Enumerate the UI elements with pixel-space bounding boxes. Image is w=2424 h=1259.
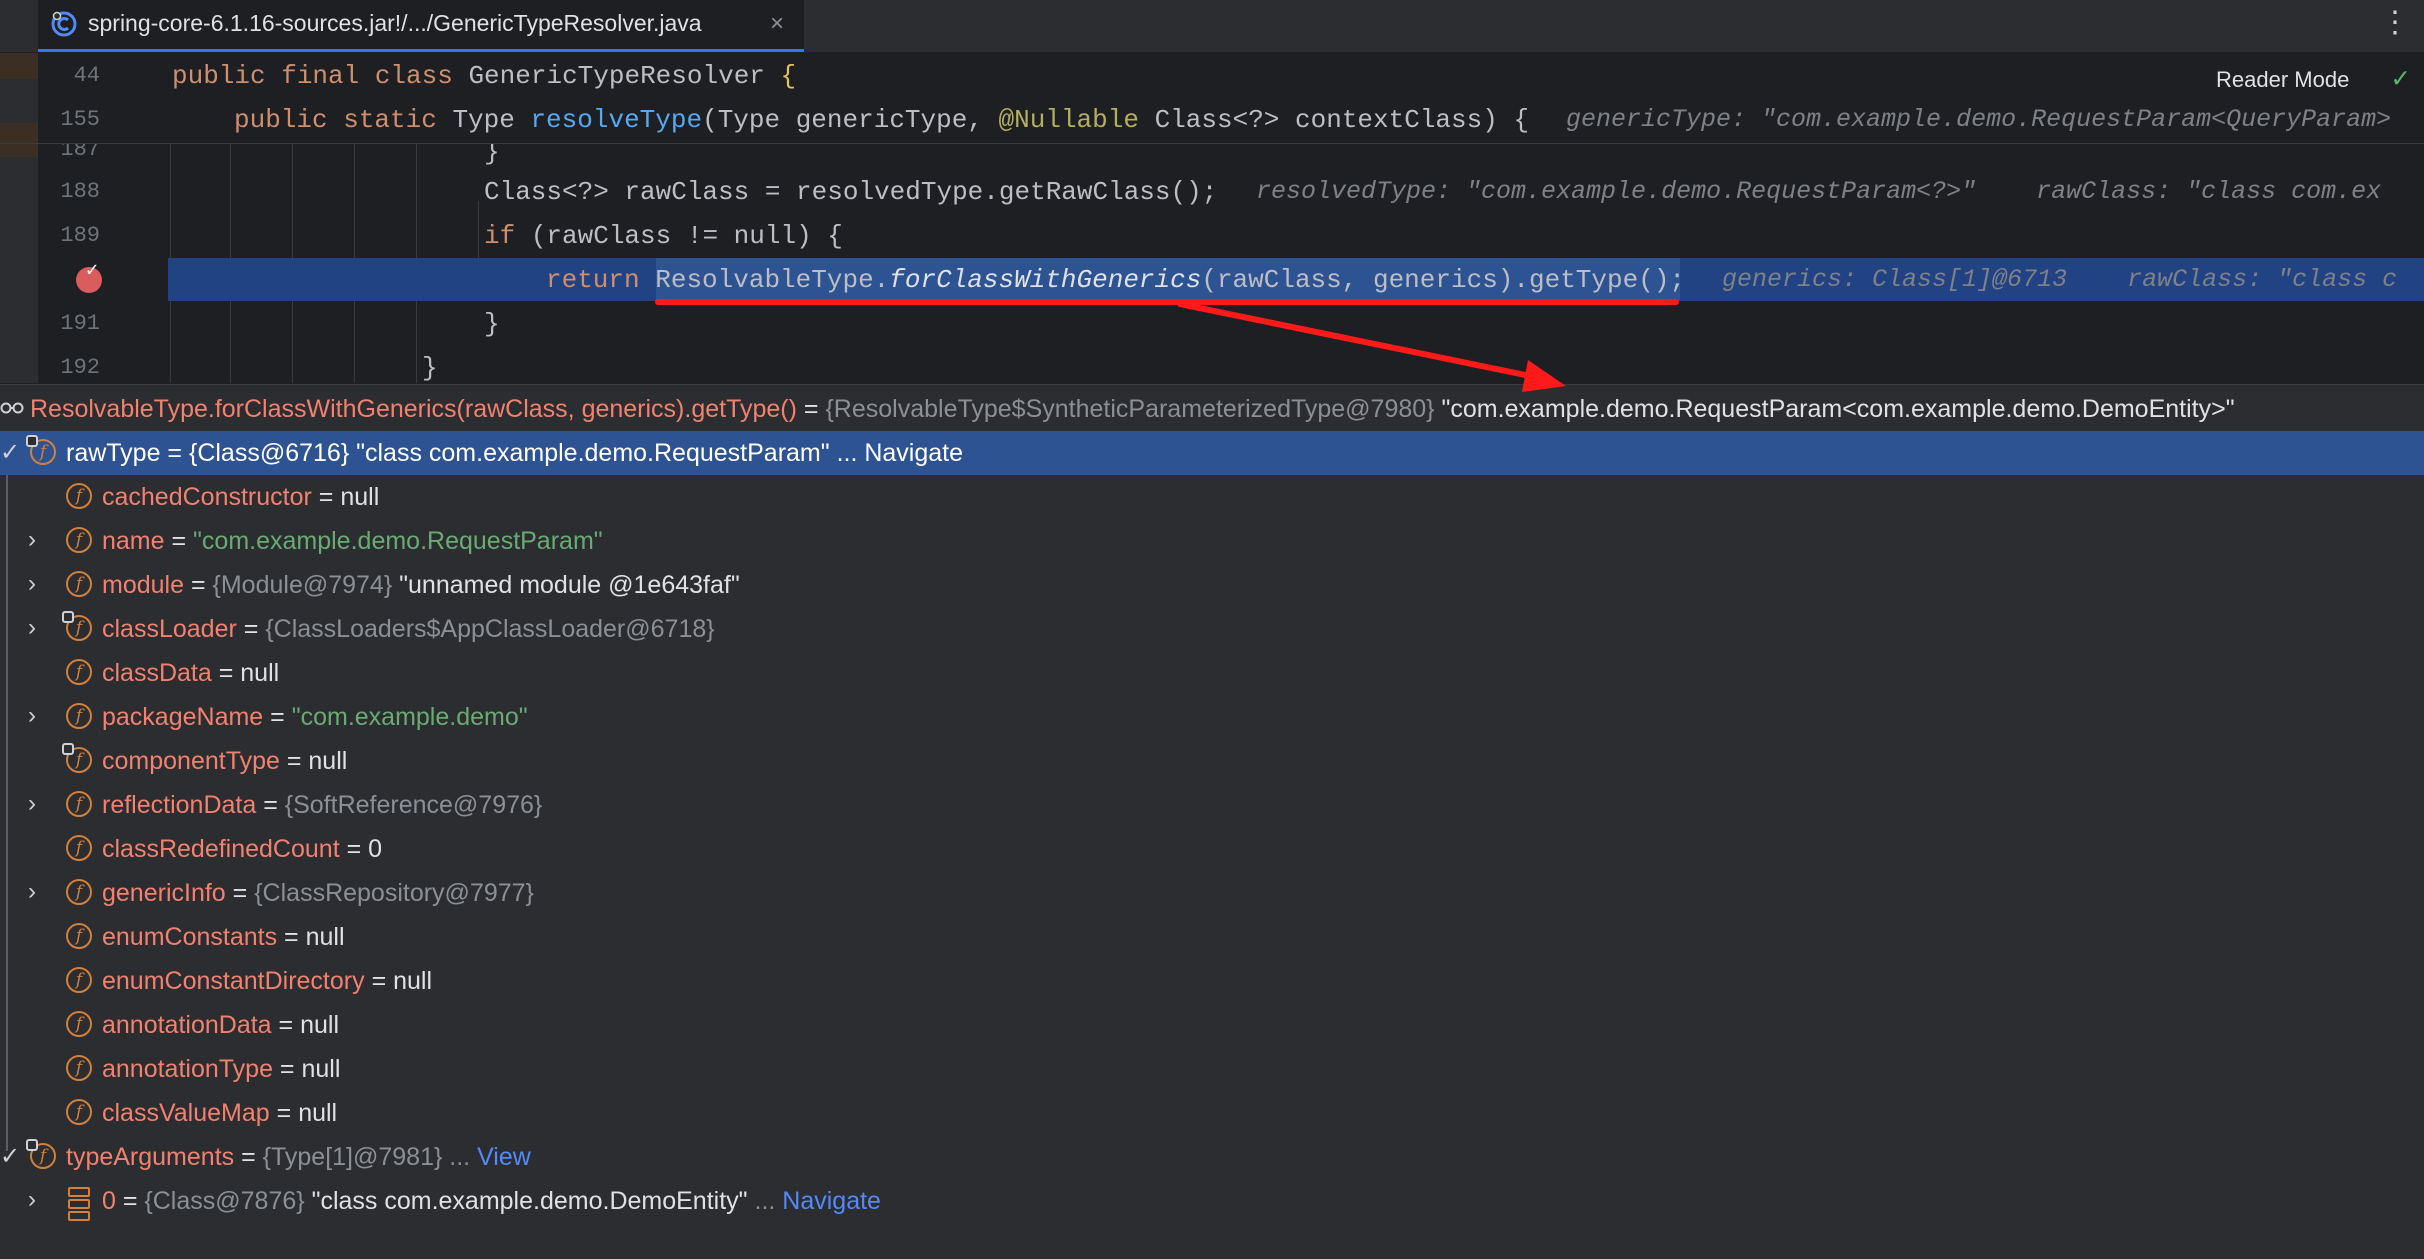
tree-node-field[interactable]: f classRedefinedCount = 0 <box>0 827 2424 871</box>
sticky-line: public final class GenericTypeResolver { <box>172 61 797 91</box>
tree-node-field[interactable]: f classData = null <box>0 651 2424 695</box>
line-number: 189 <box>60 223 100 248</box>
field-icon: f <box>66 879 92 905</box>
tree-node-field[interactable]: f enumConstantDirectory = null <box>0 959 2424 1003</box>
expand-arrow-icon[interactable]: › <box>28 702 36 730</box>
collapse-arrow-icon[interactable]: ✓ <box>0 438 20 467</box>
line-number: 191 <box>60 311 100 336</box>
tree-node-field[interactable]: f classValueMap = null <box>0 1091 2424 1135</box>
expression-type: {ResolvableType$SyntheticParameterizedTy… <box>825 395 1435 423</box>
tree-node-field[interactable]: f componentType = null <box>0 739 2424 783</box>
code-line: Class<?> rawClass = resolvedType.getRawC… <box>484 177 1218 207</box>
field-icon: f <box>62 743 92 773</box>
expand-arrow-icon[interactable]: › <box>28 614 36 642</box>
more-options-icon[interactable]: ⋮ <box>2380 8 2410 38</box>
field-icon: f <box>66 835 92 861</box>
tree-node-array-element[interactable]: › 0 = {Class@7876} "class com.example.de… <box>0 1179 2424 1223</box>
watch-glasses-icon <box>0 402 24 414</box>
inline-value-hint: resolvedType: "com.example.demo.RequestP… <box>1256 177 2382 206</box>
field-icon: f <box>66 659 92 685</box>
field-icon: f <box>26 435 56 465</box>
tree-node-field[interactable]: › f reflectionData = {SoftReference@7976… <box>0 783 2424 827</box>
expression-text: ResolvableType.forClassWithGenerics(rawC… <box>30 395 797 423</box>
tree-node-field[interactable]: › f genericInfo = {ClassRepository@7977} <box>0 871 2424 915</box>
debugger-variables-panel: ResolvableType.forClassWithGenerics(rawC… <box>0 384 2424 1259</box>
field-icon: f <box>66 571 92 597</box>
field-icon: f <box>66 791 92 817</box>
expand-arrow-icon[interactable]: › <box>28 790 36 818</box>
code-line: } <box>484 309 500 339</box>
tab-title: spring-core-6.1.16-sources.jar!/.../Gene… <box>88 10 702 36</box>
tree-node-field[interactable]: › f name = "com.example.demo.RequestPara… <box>0 519 2424 563</box>
expand-arrow-icon[interactable]: › <box>28 878 36 906</box>
line-number: 188 <box>60 179 100 204</box>
field-icon: f <box>66 967 92 993</box>
tree-node-field[interactable]: f annotationData = null <box>0 1003 2424 1047</box>
tree-node-field[interactable]: f cachedConstructor = null <box>0 475 2424 519</box>
field-icon: f <box>66 923 92 949</box>
breakpoint-check-icon: ✓ <box>86 260 99 283</box>
tree-node-field[interactable]: f enumConstants = null <box>0 915 2424 959</box>
editor-tab[interactable]: spring-core-6.1.16-sources.jar!/.../Gene… <box>38 0 804 52</box>
field-icon: f <box>66 1055 92 1081</box>
line-number: 155 <box>60 107 100 132</box>
field-icon: f <box>66 1011 92 1037</box>
field-icon: f <box>62 611 92 641</box>
code-line: } <box>422 353 438 383</box>
tree-node-field[interactable]: › f module = {Module@7974} "unnamed modu… <box>0 563 2424 607</box>
tree-node-rawType[interactable]: ✓ f rawType = {Class@6716} "class com.ex… <box>0 431 2424 475</box>
expression-value: "com.example.demo.RequestParam<com.examp… <box>1434 395 2235 423</box>
sticky-line: public static Type resolveType(Type gene… <box>234 105 1530 135</box>
expand-arrow-icon[interactable]: › <box>28 570 36 598</box>
field-icon: f <box>66 703 92 729</box>
reader-mode-button[interactable]: Reader Mode <box>2216 67 2349 93</box>
expand-arrow-icon[interactable]: › <box>28 1186 36 1214</box>
tab-close-icon[interactable]: × <box>770 10 784 38</box>
array-element-icon <box>68 1187 90 1221</box>
tree-node-field[interactable]: › f packageName = "com.example.demo" <box>0 695 2424 739</box>
line-number: 192 <box>60 355 100 380</box>
code-line: if (rawClass != null) { <box>484 221 843 251</box>
evaluated-expression-row[interactable]: ResolvableType.forClassWithGenerics(rawC… <box>0 387 2424 431</box>
expand-arrow-icon[interactable]: › <box>28 526 36 554</box>
inline-value-hint: genericType: "com.example.demo.RequestPa… <box>1566 105 2392 134</box>
field-icon: f <box>66 483 92 509</box>
code-line-current: return ResolvableType.forClassWithGeneri… <box>546 265 1686 295</box>
class-icon <box>51 11 77 37</box>
sticky-lines-header: 44 public final class GenericTypeResolve… <box>0 53 2424 144</box>
field-icon: f <box>26 1139 56 1169</box>
tree-node-field[interactable]: f annotationType = null <box>0 1047 2424 1091</box>
navigate-link[interactable]: Navigate <box>782 1187 881 1215</box>
inline-value-hint: generics: Class[1]@6713 rawClass: "class… <box>1722 265 2398 294</box>
inspection-ok-icon[interactable]: ✓ <box>2392 61 2409 96</box>
field-icon: f <box>66 527 92 553</box>
tree-node-typeArguments[interactable]: ✓ f typeArguments = {Type[1]@7981} ... V… <box>0 1135 2424 1179</box>
view-link[interactable]: View <box>477 1143 531 1171</box>
tree-node-field[interactable]: › f classLoader = {ClassLoaders$AppClass… <box>0 607 2424 651</box>
code-editor[interactable]: ✓ 187 } 188 Class<?> rawClass = resolved… <box>0 53 2424 383</box>
field-icon: f <box>66 1099 92 1125</box>
editor-tab-bar: spring-core-6.1.16-sources.jar!/.../Gene… <box>0 0 2424 53</box>
line-number: 44 <box>73 63 100 88</box>
collapse-arrow-icon[interactable]: ✓ <box>0 1142 20 1171</box>
